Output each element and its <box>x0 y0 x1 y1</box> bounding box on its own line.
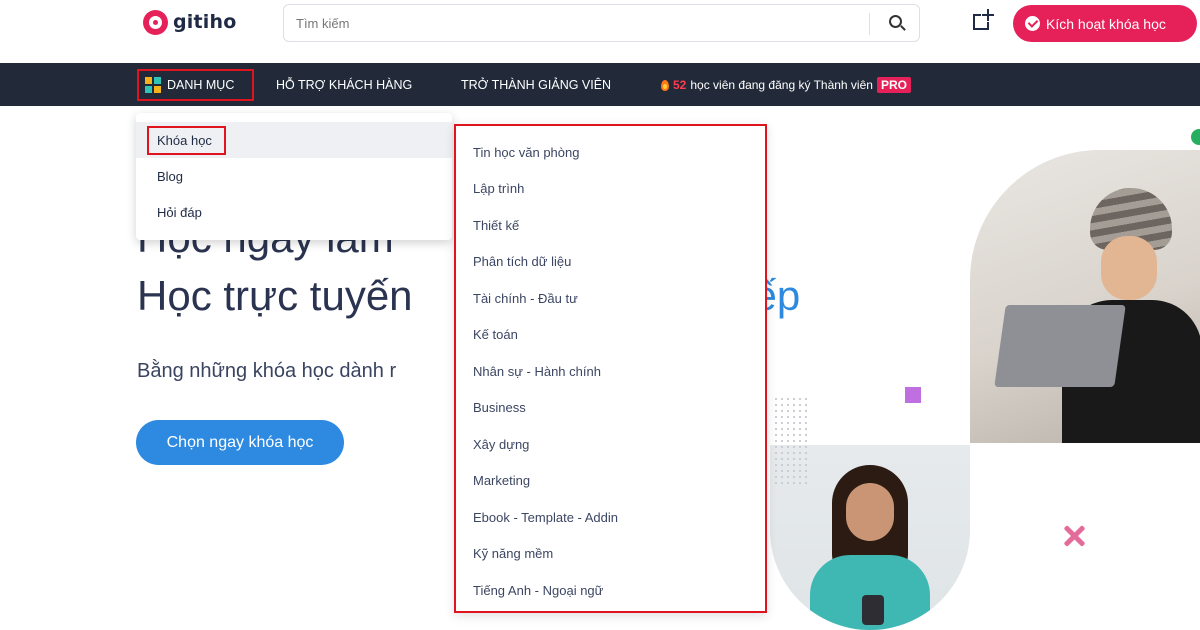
menu-item-label: Blog <box>157 168 184 184</box>
pro-badge: PRO <box>876 77 911 93</box>
hero-photo-student-laptop <box>970 150 1200 443</box>
gitiho-logo-icon <box>143 9 168 35</box>
hero-subtitle: Bằng những khóa học dành r <box>137 360 397 382</box>
decorative-x-icon <box>1061 523 1087 549</box>
fire-icon <box>661 79 669 91</box>
search-divider <box>869 13 870 35</box>
submenu-item-office[interactable]: Tin học văn phòng <box>456 134 765 171</box>
add-course-icon[interactable] <box>971 9 997 35</box>
logo[interactable]: gitiho <box>143 8 237 36</box>
submenu-item-ebook[interactable]: Ebook - Template - Addin <box>456 499 765 536</box>
submenu-item-programming[interactable]: Lập trình <box>456 171 765 208</box>
course-category-submenu: Tin học văn phòng Lập trình Thiết kế Phâ… <box>454 124 767 613</box>
decorative-dot-icon <box>1191 129 1200 145</box>
search-bar <box>283 4 920 42</box>
submenu-item-business[interactable]: Business <box>456 390 765 427</box>
top-header: gitiho Kích hoạt khóa học <box>0 0 1200 63</box>
check-circle-icon <box>1025 16 1040 31</box>
grid-icon <box>145 77 161 93</box>
category-dropdown: Khóa học Blog Hỏi đáp <box>136 113 452 240</box>
submenu-item-marketing[interactable]: Marketing <box>456 463 765 500</box>
search-button[interactable] <box>874 7 918 39</box>
menu-item-qa[interactable]: Hỏi đáp <box>136 194 452 230</box>
logo-text: gitiho <box>173 11 237 33</box>
decorative-dot-grid <box>773 396 811 486</box>
search-input[interactable] <box>296 13 856 33</box>
submenu-item-finance[interactable]: Tài chính - Đầu tư <box>456 280 765 317</box>
nav-become-instructor[interactable]: TRỞ THÀNH GIẢNG VIÊN <box>461 78 611 92</box>
submenu-item-hr[interactable]: Nhân sự - Hành chính <box>456 353 765 390</box>
hero-title-line-2-text: Học trực tuyến <box>137 272 413 319</box>
activate-course-label: Kích hoạt khóa học <box>1046 15 1166 32</box>
choose-course-button[interactable]: Chọn ngay khóa học <box>136 420 344 465</box>
nav-customer-support[interactable]: HỖ TRỢ KHÁCH HÀNG <box>276 78 412 92</box>
submenu-item-construction[interactable]: Xây dựng <box>456 426 765 463</box>
activate-course-button[interactable]: Kích hoạt khóa học <box>1013 5 1197 42</box>
submenu-item-design[interactable]: Thiết kế <box>456 207 765 244</box>
submenu-item-soft-skills[interactable]: Kỹ năng mềm <box>456 536 765 573</box>
category-label: DANH MỤC <box>167 78 235 92</box>
submenu-item-languages[interactable]: Tiếng Anh - Ngoại ngữ <box>456 572 765 609</box>
menu-item-label: Hỏi đáp <box>157 204 202 220</box>
menu-item-courses[interactable]: Khóa học <box>136 122 452 158</box>
submenu-item-accounting[interactable]: Kế toán <box>456 317 765 354</box>
category-menu-button[interactable]: DANH MỤC <box>137 69 254 101</box>
promo-count: 52 <box>673 78 687 92</box>
decorative-square-icon <box>905 387 921 403</box>
main-navbar: DANH MỤC HỖ TRỢ KHÁCH HÀNG TRỞ THÀNH GIẢ… <box>0 63 1200 106</box>
promo-text: học viên đang đăng ký Thành viên <box>690 78 873 92</box>
submenu-item-data-analysis[interactable]: Phân tích dữ liệu <box>456 244 765 281</box>
highlight-box <box>147 126 226 155</box>
menu-item-blog[interactable]: Blog <box>136 158 452 194</box>
pro-membership-promo[interactable]: 52 học viên đang đăng ký Thành viên PRO <box>661 77 911 93</box>
